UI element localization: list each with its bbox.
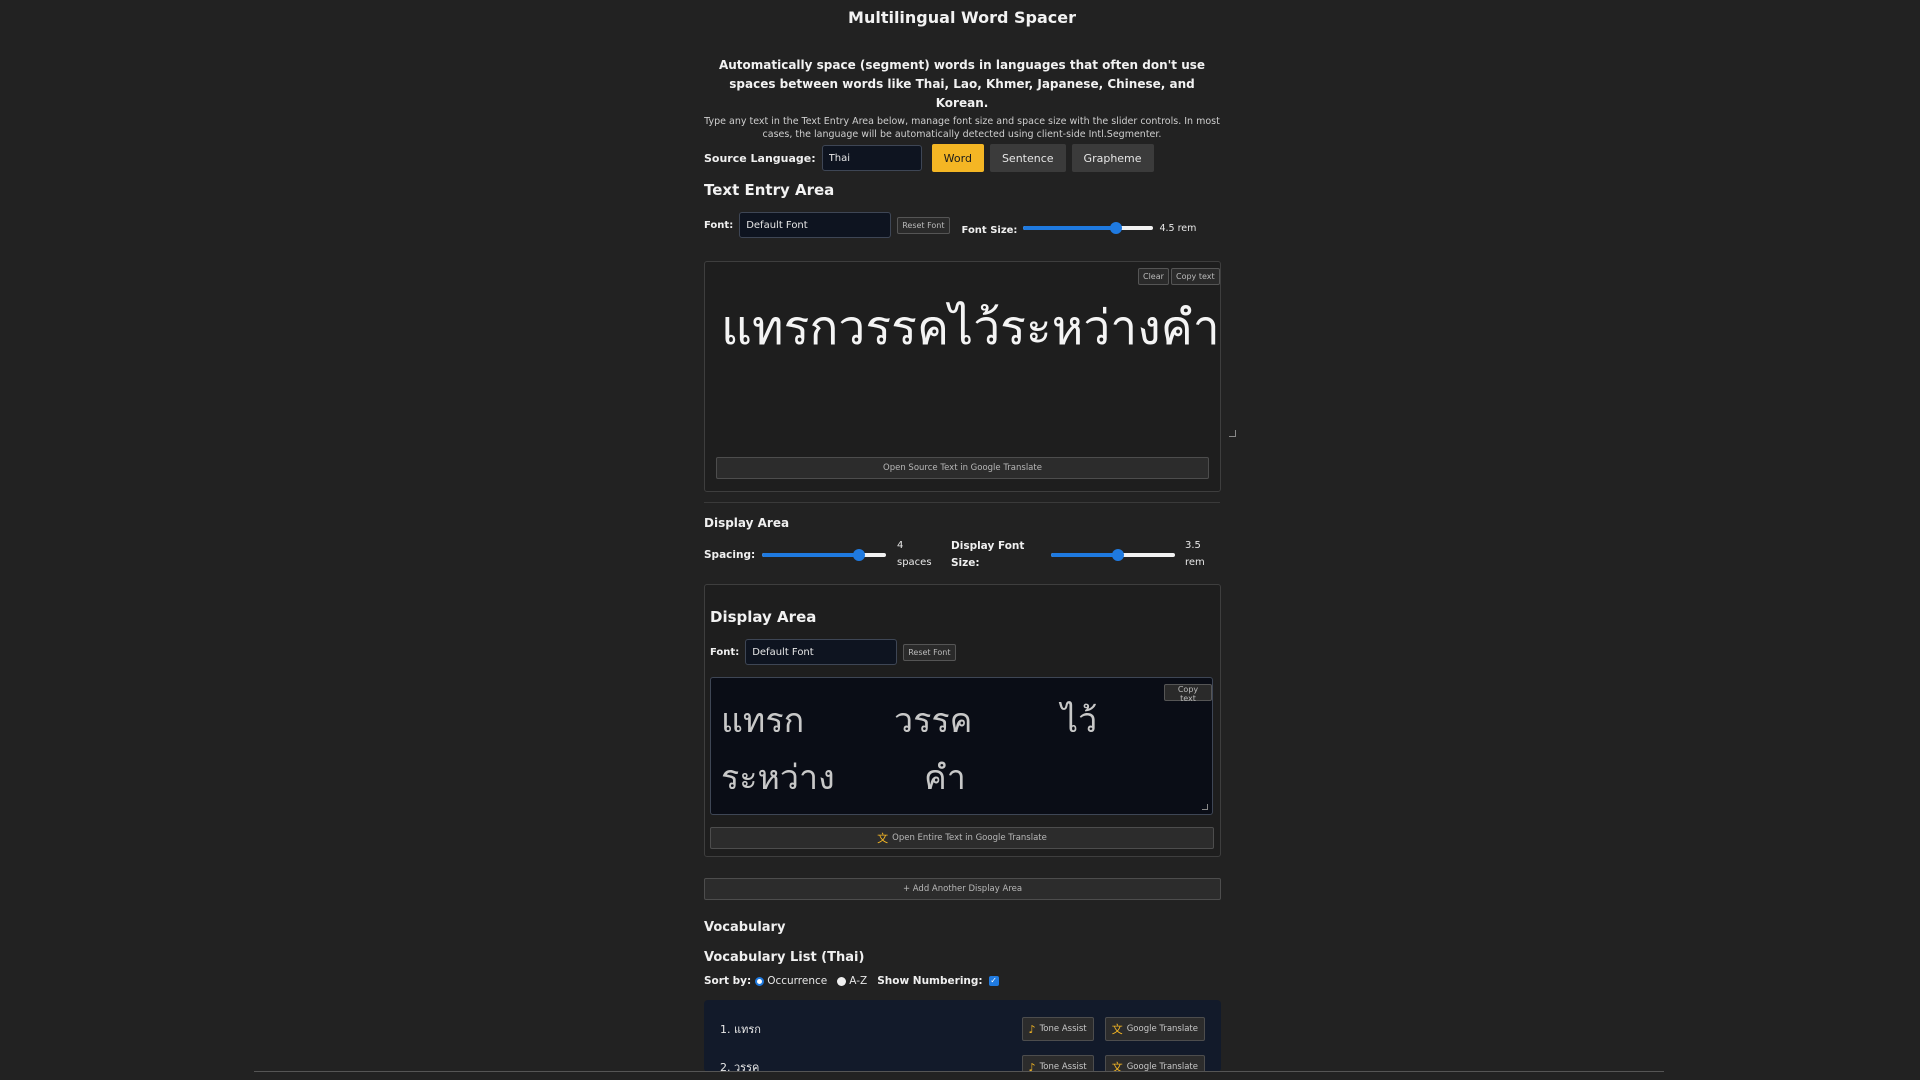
sort-az-radio[interactable] bbox=[837, 976, 847, 986]
spacing-label: Spacing: bbox=[704, 549, 756, 561]
spacing-value: 4 bbox=[897, 540, 904, 551]
entry-font-input[interactable] bbox=[739, 212, 892, 238]
entry-copy-button[interactable]: Copy text bbox=[1171, 268, 1220, 285]
slider-fill bbox=[1023, 226, 1116, 230]
source-language-input[interactable] bbox=[821, 145, 922, 171]
translate-icon: 文 bbox=[1111, 1060, 1123, 1072]
entry-font-size-slider[interactable] bbox=[1023, 221, 1154, 235]
intro-text: Automatically space (segment) words in l… bbox=[718, 58, 1206, 110]
translate-icon: 文 bbox=[1111, 1022, 1123, 1036]
display-controls-heading: Display Area bbox=[704, 516, 790, 530]
vocabulary-sort-row: Sort by: Occurrence A-Z Show Numbering: … bbox=[704, 975, 999, 987]
check-icon[interactable]: ✓ bbox=[988, 976, 999, 986]
vocab-actions: ♪ Tone Assist 文 Google Translate bbox=[1016, 1016, 1205, 1042]
list-item: 2. วรรค ♪ Tone Assist 文 Google Translate bbox=[704, 1048, 1221, 1072]
vocab-actions: ♪ Tone Assist 文 Google Translate bbox=[1016, 1054, 1205, 1072]
slider-thumb[interactable] bbox=[1109, 222, 1122, 234]
text-entry-textarea[interactable]: แทรกวรรคไว้ระหว่างคำ bbox=[721, 290, 1220, 366]
vocabulary-list-heading: Vocabulary List (Thai) bbox=[704, 950, 865, 965]
display-copy-button[interactable]: Copy text bbox=[1164, 684, 1212, 703]
entry-font-size-value: 4.5 rem bbox=[1159, 222, 1197, 234]
segmented-word: วรรค bbox=[894, 701, 973, 741]
intro-small-text: Type any text in the Text Entry Area bel… bbox=[704, 116, 1220, 140]
mode-sentence-button[interactable]: Sentence bbox=[989, 144, 1066, 172]
display-font-row: Font: Reset Font bbox=[710, 639, 956, 665]
display-resize-handle[interactable] bbox=[1202, 804, 1208, 810]
display-font-input[interactable] bbox=[745, 639, 898, 665]
app-container: Multilingual Word Spacer Automatically s… bbox=[704, 0, 1236, 1072]
google-translate-button[interactable]: 文 Google Translate bbox=[1104, 1054, 1205, 1072]
slider-thumb[interactable] bbox=[852, 549, 865, 561]
display-font-size-value: 3.5 bbox=[1185, 540, 1201, 551]
mode-grapheme-button[interactable]: Grapheme bbox=[1071, 144, 1154, 172]
sort-az-label: A-Z bbox=[849, 975, 868, 987]
page-bottom-divider bbox=[254, 1071, 1664, 1072]
vocabulary-list: 1. แทรก ♪ Tone Assist 文 Google Translate 2… bbox=[704, 1000, 1221, 1072]
spacing-unit: spaces bbox=[897, 557, 932, 568]
segmented-word: แทรก bbox=[721, 701, 805, 741]
segmented-word: ระหว่าง bbox=[721, 758, 835, 798]
vocabulary-heading: Vocabulary bbox=[704, 920, 786, 935]
slider-thumb[interactable] bbox=[1111, 549, 1124, 561]
open-entire-translate-button[interactable]: 文 Open Entire Text in Google Translate bbox=[710, 827, 1214, 849]
google-translate-button[interactable]: 文 Google Translate bbox=[1104, 1016, 1205, 1041]
entry-reset-font-button[interactable]: Reset Font bbox=[897, 216, 950, 234]
show-numbering-label: Show Numbering: bbox=[877, 975, 983, 987]
display-font-label: Font: bbox=[710, 646, 740, 658]
spacing-slider[interactable] bbox=[762, 548, 886, 562]
mode-word-button[interactable]: Word bbox=[931, 144, 984, 172]
open-source-translate-button[interactable]: Open Source Text in Google Translate bbox=[716, 457, 1209, 479]
sort-label: Sort by: bbox=[704, 975, 752, 987]
segmented-word: ไว้ bbox=[1061, 701, 1098, 741]
sort-occurrence-label: Occurrence bbox=[767, 975, 828, 987]
tone-assist-icon: ♪ bbox=[1028, 1022, 1036, 1036]
display-reset-font-button[interactable]: Reset Font bbox=[903, 643, 956, 661]
tone-assist-button[interactable]: ♪ Tone Assist bbox=[1021, 1055, 1094, 1072]
entry-clear-button[interactable]: Clear bbox=[1138, 268, 1169, 285]
text-entry-panel: Clear Copy text แทรกวรรคไว้ระหว่างคำ Ope… bbox=[704, 261, 1221, 492]
display-area-panel: Display Area Font: Reset Font Copy text … bbox=[704, 584, 1221, 857]
display-font-size-slider[interactable] bbox=[1051, 548, 1175, 562]
sort-occurrence-radio[interactable] bbox=[755, 976, 765, 986]
display-font-size-label-2: Size: bbox=[951, 557, 980, 569]
divider bbox=[704, 502, 1220, 503]
entry-font-label: Font: bbox=[704, 219, 734, 231]
list-item: 1. แทรก ♪ Tone Assist 文 Google Translate bbox=[704, 1010, 1221, 1048]
slider-fill bbox=[762, 553, 859, 557]
add-display-area-button[interactable]: + Add Another Display Area bbox=[704, 878, 1221, 900]
slider-fill bbox=[1051, 553, 1118, 557]
display-font-size-label: Display Font bbox=[951, 540, 1025, 552]
entry-font-row: Font: Reset Font Font Size: 4.5 rem bbox=[704, 212, 1220, 238]
source-language-label: Source Language: bbox=[704, 151, 816, 165]
open-entire-translate-label: Open Entire Text in Google Translate bbox=[892, 833, 1047, 843]
tone-assist-label: Tone Assist bbox=[1039, 1024, 1087, 1035]
entry-font-size-label: Font Size: bbox=[961, 224, 1018, 236]
source-language-row: Source Language: Word Sentence Grapheme bbox=[704, 143, 1154, 173]
display-controls-row: Spacing: 4 spaces Display Font Size: 3.5… bbox=[704, 540, 1220, 574]
textarea-resize-handle[interactable] bbox=[1229, 430, 1236, 437]
text-entry-heading: Text Entry Area bbox=[704, 181, 835, 199]
translate-icon: 文 bbox=[877, 832, 889, 845]
page-title: Multilingual Word Spacer bbox=[848, 8, 1076, 27]
google-translate-label: Google Translate bbox=[1126, 1023, 1198, 1034]
tone-assist-button[interactable]: ♪ Tone Assist bbox=[1021, 1017, 1094, 1042]
display-area-heading: Display Area bbox=[710, 608, 817, 626]
vocab-word: 2. วรรค bbox=[720, 1061, 760, 1072]
vocab-word: 1. แทรก bbox=[720, 1023, 761, 1036]
display-output-box[interactable]: Copy text แทรก วรรค ไว้ ระหว่าง คำ bbox=[710, 677, 1213, 815]
display-font-size-unit: rem bbox=[1185, 557, 1205, 568]
segmented-word: คำ bbox=[924, 758, 966, 798]
